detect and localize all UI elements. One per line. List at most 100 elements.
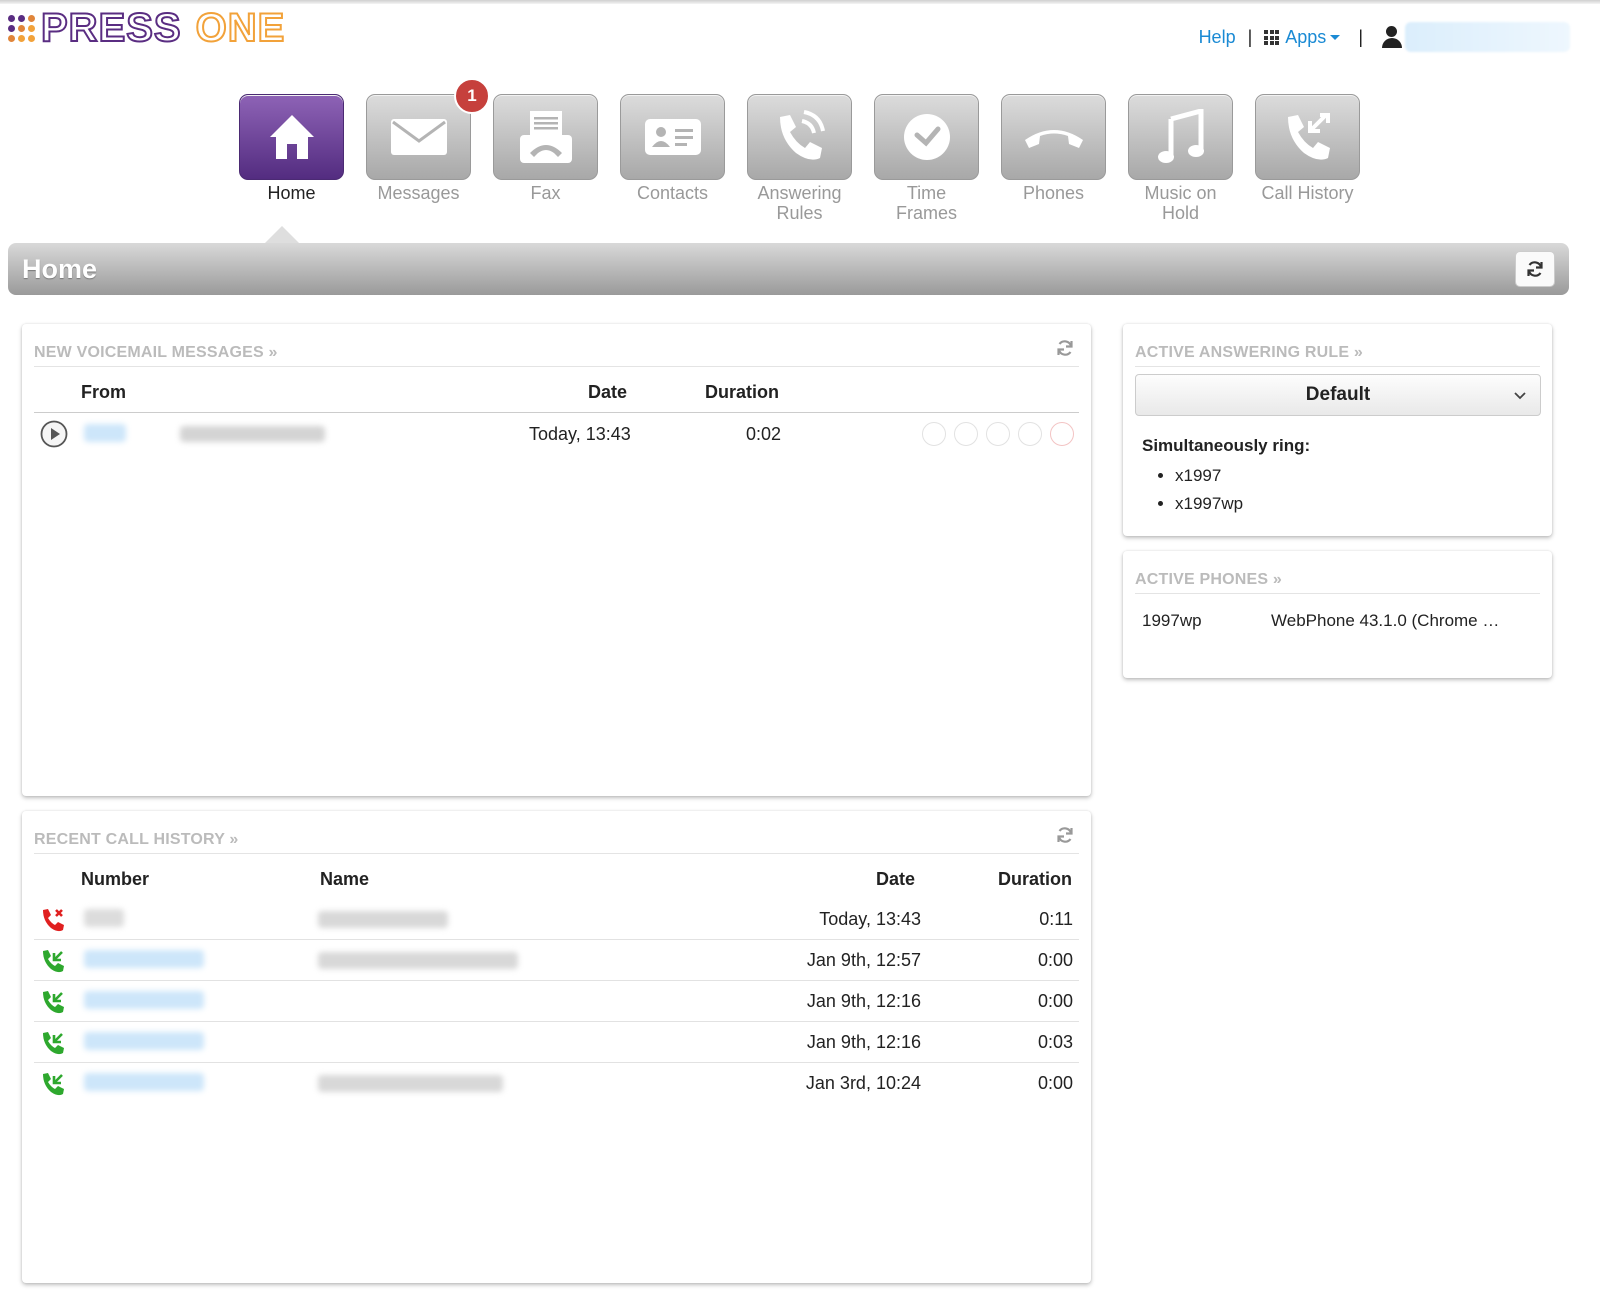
answering-rule-selected: Default bbox=[1305, 384, 1371, 405]
nav-label: Home bbox=[267, 183, 316, 203]
user-icon[interactable] bbox=[1381, 25, 1403, 49]
caller-number[interactable] bbox=[84, 991, 204, 1009]
caller-number[interactable] bbox=[84, 424, 126, 442]
logo-dot bbox=[8, 14, 15, 22]
nav-label: Fax bbox=[530, 183, 561, 203]
refresh-button[interactable] bbox=[1515, 251, 1555, 287]
nav-time-frames[interactable]: Time Frames bbox=[863, 94, 990, 223]
active-phones-panel: ACTIVE PHONES » 1997wp WebPhone 43.1.0 (… bbox=[1123, 551, 1552, 678]
active-phones-panel-title[interactable]: ACTIVE PHONES » bbox=[1135, 571, 1282, 589]
logo-dots bbox=[8, 14, 35, 42]
nav-answering-rules[interactable]: Answering Rules bbox=[736, 94, 863, 223]
call-history-row[interactable]: Jan 9th, 12:16 0:03 bbox=[34, 1022, 1079, 1063]
contact-card-icon bbox=[644, 119, 701, 155]
nav-home[interactable]: Home bbox=[228, 94, 355, 223]
apps-menu[interactable]: Apps bbox=[1264, 27, 1341, 48]
help-link[interactable]: Help bbox=[1199, 27, 1236, 48]
call-history-panel: RECENT CALL HISTORY » Number Name Date D… bbox=[22, 811, 1091, 1283]
handset-icon bbox=[1024, 130, 1083, 148]
voicemail-panel-title[interactable]: NEW VOICEMAIL MESSAGES » bbox=[34, 344, 278, 362]
answering-rules-tile bbox=[747, 94, 852, 180]
call-date: Jan 9th, 12:16 bbox=[806, 1032, 921, 1052]
divider bbox=[1135, 366, 1540, 367]
caller-number[interactable] bbox=[84, 909, 124, 927]
nav-label: Time Frames bbox=[895, 183, 957, 223]
press-one-logo[interactable]: PRESS ONE bbox=[8, 7, 285, 49]
nav-music-on-hold[interactable]: Music on Hold bbox=[1117, 94, 1244, 223]
apps-grid-icon bbox=[1264, 30, 1280, 46]
logo-dot bbox=[18, 14, 25, 22]
call-duration: 0:11 bbox=[1039, 909, 1073, 929]
nav-label: Phones bbox=[1022, 183, 1085, 203]
call-history-row[interactable]: Jan 9th, 12:57 0:00 bbox=[34, 940, 1079, 981]
ring-target: x1997wp bbox=[1175, 490, 1243, 518]
call-history-refresh-button[interactable] bbox=[1055, 825, 1075, 850]
voicemail-refresh-button[interactable] bbox=[1055, 338, 1075, 363]
nav-phones[interactable]: Phones bbox=[990, 94, 1117, 223]
column-header-date[interactable]: Date bbox=[588, 382, 627, 403]
missed-call-icon bbox=[43, 909, 64, 932]
answered-call-icon bbox=[43, 950, 64, 973]
music-on-hold-tile bbox=[1128, 94, 1233, 180]
nav-label: Answering Rules bbox=[757, 183, 842, 223]
delete-icon[interactable] bbox=[1050, 422, 1074, 446]
answering-rule-panel: ACTIVE ANSWERING RULE » Default Simultan… bbox=[1123, 324, 1552, 536]
phone-device: WebPhone 43.1.0 (Chrome … bbox=[1271, 611, 1500, 630]
caller-number[interactable] bbox=[84, 950, 204, 968]
caller-number[interactable] bbox=[84, 1073, 204, 1091]
answered-call-icon bbox=[43, 991, 64, 1014]
call-date: Jan 9th, 12:16 bbox=[806, 991, 921, 1011]
top-links: Help | Apps | bbox=[1199, 22, 1570, 52]
call-history-row[interactable]: Jan 3rd, 10:24 0:00 bbox=[34, 1063, 1079, 1104]
home-tile bbox=[239, 94, 344, 180]
column-header-from[interactable]: From bbox=[81, 382, 126, 403]
user-menu[interactable] bbox=[1405, 22, 1570, 52]
contacts-tile bbox=[620, 94, 725, 180]
call-history-row[interactable]: Today, 13:43 0:11 bbox=[34, 899, 1079, 940]
call-date: Jan 3rd, 10:24 bbox=[805, 1073, 921, 1093]
logo-dot bbox=[18, 24, 25, 32]
answering-rule-panel-title[interactable]: ACTIVE ANSWERING RULE » bbox=[1135, 344, 1363, 362]
forward-icon[interactable] bbox=[954, 422, 978, 446]
ring-target-list: x1997 x1997wp bbox=[1161, 462, 1243, 518]
voicemail-actions bbox=[922, 422, 1074, 448]
download-icon[interactable] bbox=[986, 422, 1010, 446]
nav-label: Call History bbox=[1261, 183, 1354, 203]
call-history-panel-title[interactable]: RECENT CALL HISTORY » bbox=[34, 831, 239, 849]
call-duration: 0:00 bbox=[1037, 1073, 1073, 1093]
voicemail-row[interactable]: Today, 13:43 0:02 bbox=[34, 416, 1079, 452]
refresh-icon bbox=[1057, 827, 1073, 843]
play-icon[interactable] bbox=[40, 420, 68, 448]
nav-label: Music on Hold bbox=[1144, 183, 1217, 223]
column-header-date[interactable]: Date bbox=[876, 869, 915, 890]
clock-icon bbox=[903, 114, 950, 160]
column-header-duration[interactable]: Duration bbox=[998, 869, 1072, 890]
column-header-name[interactable]: Name bbox=[320, 869, 369, 890]
column-header-number[interactable]: Number bbox=[81, 869, 149, 890]
answering-rule-select[interactable]: Default bbox=[1135, 374, 1541, 416]
fax-tile bbox=[493, 94, 598, 180]
caller-number[interactable] bbox=[84, 1032, 204, 1050]
active-tab-pointer bbox=[265, 226, 299, 243]
nav-label: Messages bbox=[377, 183, 460, 203]
ring-target: x1997 bbox=[1175, 462, 1243, 490]
call-back-icon[interactable] bbox=[922, 422, 946, 446]
top-border bbox=[0, 0, 1600, 4]
call-history-row[interactable]: Jan 9th, 12:16 0:00 bbox=[34, 981, 1079, 1022]
column-header-duration[interactable]: Duration bbox=[705, 382, 779, 403]
nav-fax[interactable]: Fax bbox=[482, 94, 609, 223]
nav-contacts[interactable]: Contacts bbox=[609, 94, 736, 223]
messages-tile bbox=[366, 94, 471, 180]
refresh-icon bbox=[1057, 340, 1073, 356]
logo-dot bbox=[8, 24, 15, 32]
answering-rules-icon bbox=[779, 110, 825, 160]
logo-dot bbox=[28, 14, 35, 22]
save-icon[interactable] bbox=[1018, 422, 1042, 446]
logo-dot bbox=[18, 34, 25, 42]
caller-name bbox=[318, 911, 448, 928]
nav-call-history[interactable]: Call History bbox=[1244, 94, 1371, 223]
call-duration: 0:03 bbox=[1037, 1032, 1073, 1052]
nav-label: Contacts bbox=[636, 183, 709, 203]
nav-messages[interactable]: 1 Messages bbox=[355, 78, 490, 223]
simultaneous-ring-label: Simultaneously ring: bbox=[1142, 436, 1311, 455]
